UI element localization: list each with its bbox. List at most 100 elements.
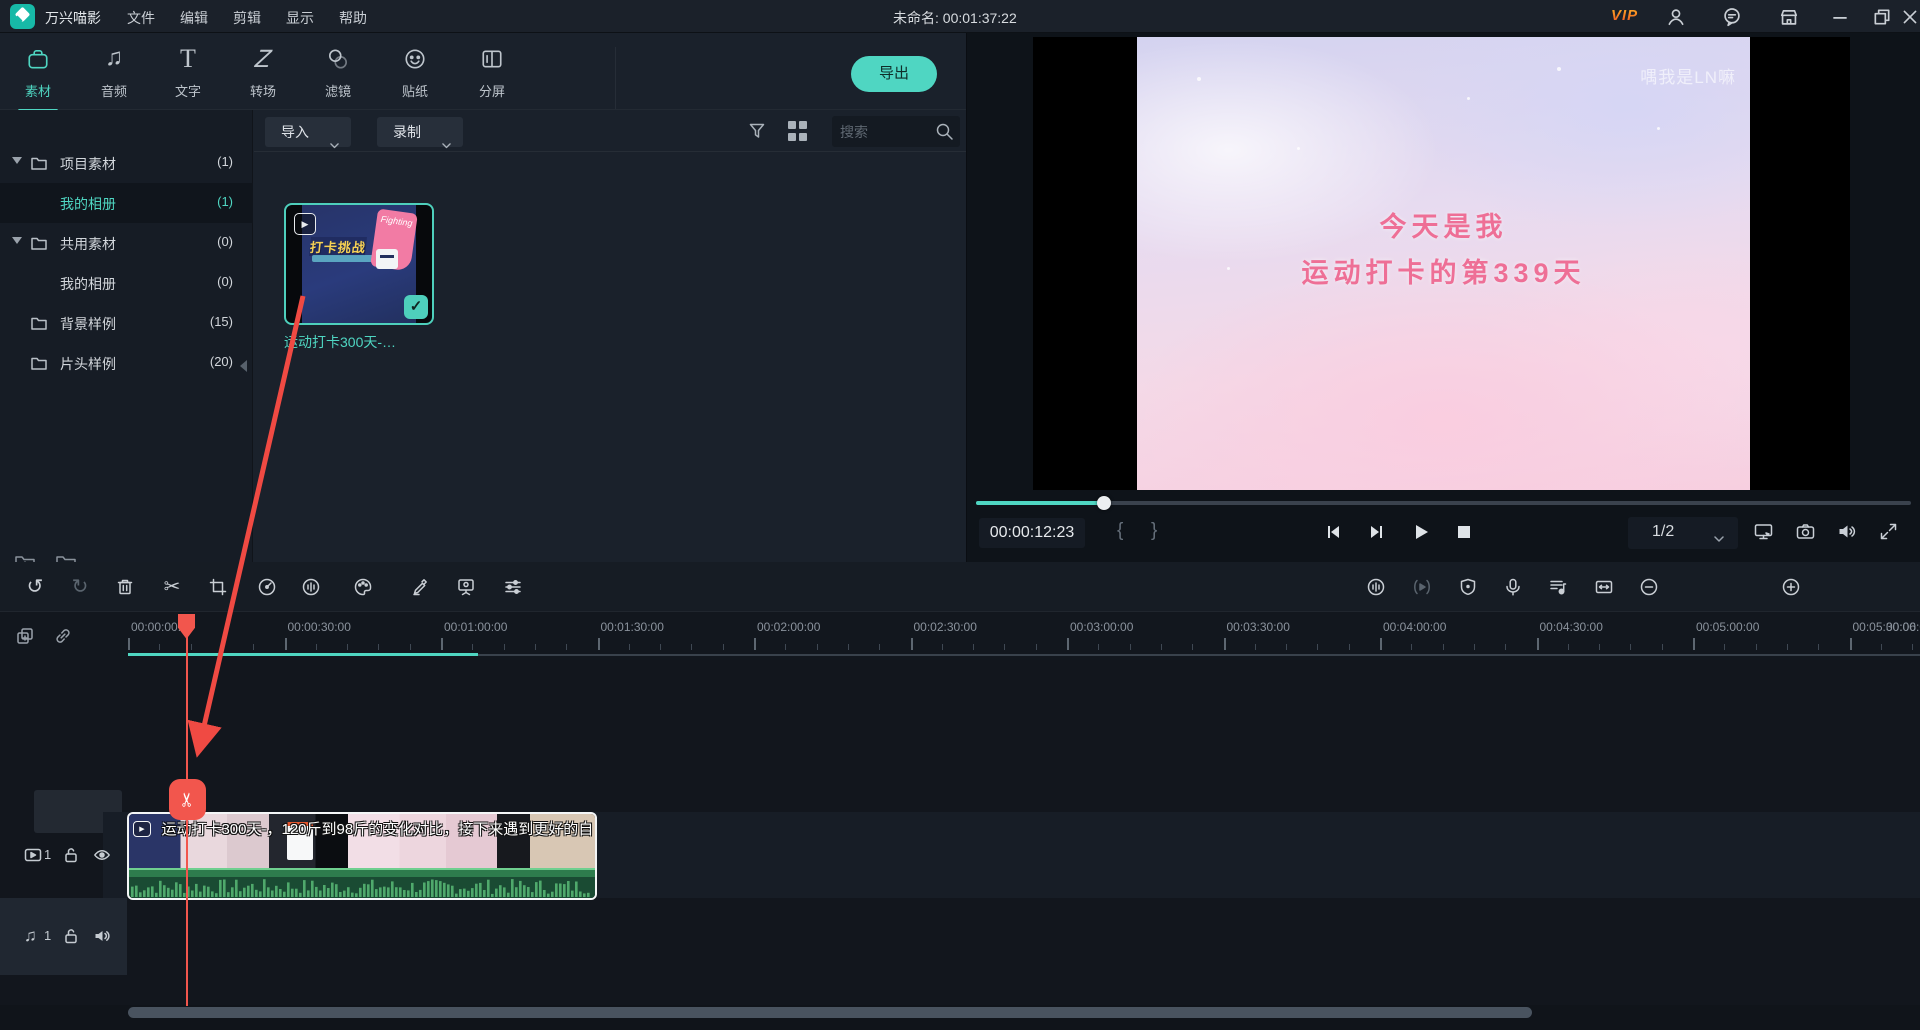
eye-icon[interactable] — [93, 846, 111, 864]
tab-media[interactable]: 素材 — [0, 39, 76, 109]
close-icon[interactable] — [1900, 7, 1920, 27]
clip-title-row: ▶ 运动打卡300天-，120斤到98斤的变化对比，接下来遇到更好的自… — [133, 818, 593, 838]
menu-file[interactable]: 文件 — [127, 8, 155, 28]
export-button[interactable]: 导出 — [851, 56, 937, 92]
next-frame-button[interactable] — [1367, 522, 1387, 542]
unlock-icon[interactable] — [62, 846, 80, 864]
sidebar-item-background-samples[interactable]: 背景样例 (15) — [0, 303, 253, 343]
media-item-thumbnail[interactable]: 打卡挑战 Fighting ▶ ✓ — [284, 203, 434, 325]
play-button[interactable] — [1411, 522, 1431, 542]
import-button[interactable]: 导入 — [265, 117, 351, 147]
timeline-clip[interactable]: ▶ 运动打卡300天-，120斤到98斤的变化对比，接下来遇到更好的自… — [127, 812, 597, 900]
filter-funnel-icon[interactable] — [747, 121, 767, 141]
tab-text[interactable]: T 文字 — [150, 39, 226, 109]
store-icon[interactable] — [1779, 7, 1799, 27]
eyedropper-button[interactable] — [410, 577, 432, 599]
marker-shield-button[interactable] — [1457, 577, 1479, 599]
restore-window-icon[interactable] — [1872, 7, 1892, 27]
record-button[interactable]: 录制 — [377, 117, 463, 147]
redo-button[interactable]: ↻ — [69, 577, 91, 599]
preview-page-selector[interactable]: 1/2 — [1628, 517, 1738, 549]
undo-button[interactable]: ↺ — [24, 577, 46, 599]
ruler-label: 00:00:30:00 — [288, 620, 351, 634]
menu-clip[interactable]: 剪辑 — [233, 8, 261, 28]
display-device-icon[interactable] — [1753, 521, 1774, 542]
check-badge-icon[interactable]: ✓ — [404, 295, 428, 319]
search-input[interactable] — [840, 116, 930, 147]
zoom-out-button[interactable] — [1638, 577, 1660, 599]
stop-button[interactable] — [1454, 522, 1474, 542]
unlock-icon[interactable] — [62, 927, 80, 945]
menu-view[interactable]: 显示 — [286, 8, 314, 28]
minimize-icon[interactable] — [1830, 7, 1850, 27]
tab-transition[interactable]: Z 转场 — [225, 39, 301, 109]
delete-button[interactable] — [114, 577, 136, 599]
sidebar-item-my-album[interactable]: 我的相册 (1) — [0, 183, 253, 223]
sidebar-item-intro-samples[interactable]: 片头样例 (20) — [0, 343, 253, 383]
timeline-ruler[interactable]: 00:00:00:00 00:00:30:00 00:01:00:00 00:0… — [0, 612, 1920, 660]
caret-down-icon[interactable] — [12, 237, 22, 244]
tabstrip-divider — [615, 47, 616, 109]
tab-filter[interactable]: 滤镜 — [300, 39, 376, 109]
media-sidebar: 项目素材 (1) 我的相册 (1) 共用素材 (0) 我的相册 (0) 背景样例… — [0, 110, 253, 562]
previous-frame-button[interactable] — [1323, 522, 1343, 542]
media-item-image: 打卡挑战 Fighting — [302, 205, 416, 323]
fit-timeline-button[interactable] — [1593, 577, 1615, 599]
grid-view-icon[interactable] — [788, 121, 808, 141]
sidebar-item-shared-media[interactable]: 共用素材 (0) — [0, 223, 253, 263]
timecode-display: 00:00:12:23 — [979, 518, 1085, 548]
render-preview-button[interactable] — [1411, 577, 1433, 599]
crop-button[interactable] — [207, 577, 229, 599]
tab-splitscreen[interactable]: 分屏 — [454, 39, 530, 109]
tab-sticker[interactable]: 贴纸 — [377, 39, 453, 109]
mark-in-button[interactable]: { — [1117, 520, 1123, 542]
seekbar-handle[interactable] — [1097, 496, 1111, 510]
menu-help[interactable]: 帮助 — [339, 8, 367, 28]
audio-tab-icon: ♫ — [76, 43, 152, 77]
marker-board-button[interactable] — [455, 577, 477, 599]
scissors-icon: ✂ — [167, 792, 208, 808]
video-track-icon — [24, 846, 42, 864]
media-item-name[interactable]: 运动打卡300天-… — [284, 332, 444, 352]
mute-speaker-icon[interactable] — [1836, 521, 1857, 542]
play-icon: ▶ — [133, 821, 151, 837]
folder-icon — [30, 354, 48, 372]
mark-out-button[interactable]: } — [1151, 520, 1157, 542]
sidebar-collapse-handle[interactable] — [240, 360, 247, 372]
ruler-label: 00:03:00:00 — [1070, 620, 1133, 634]
denoise-button[interactable] — [300, 577, 322, 599]
timeline-header: 00:00:00:00 00:00:30:00 00:01:00:00 00:0… — [0, 612, 1920, 660]
left-panel: 素材 ♫ 音频 T 文字 Z 转场 滤镜 — [0, 33, 966, 562]
account-icon[interactable] — [1666, 7, 1686, 27]
search-icon[interactable] — [935, 122, 954, 141]
tab-audio[interactable]: ♫ 音频 — [76, 39, 152, 109]
preview-seekbar[interactable] — [976, 501, 1911, 505]
preview-video[interactable]: 喁我是LN嘛 今天是我 运动打卡的第339天 — [1137, 37, 1750, 490]
color-palette-button[interactable] — [352, 577, 374, 599]
page-indicator: 1/2 — [1652, 523, 1674, 541]
split-scissors-button[interactable]: ✂ — [161, 577, 183, 599]
audio-track-number: 1 — [44, 928, 51, 943]
audio-mixer-button[interactable] — [1547, 577, 1569, 599]
feedback-icon[interactable] — [1722, 7, 1742, 27]
audio-denoise-button[interactable] — [1365, 577, 1387, 599]
clip-audio-band — [129, 868, 595, 877]
caret-down-icon[interactable] — [12, 157, 22, 164]
play-icon: ▶ — [294, 213, 316, 235]
zoom-in-button[interactable] — [1780, 577, 1802, 599]
snapshot-camera-icon[interactable] — [1795, 521, 1816, 542]
vip-badge[interactable]: VIP — [1611, 7, 1638, 24]
adjust-sliders-button[interactable] — [502, 577, 524, 599]
cut-scissors-badge[interactable]: ✂ — [169, 779, 206, 820]
sidebar-item-shared-my-album[interactable]: 我的相册 (0) — [0, 263, 253, 303]
filmora-app: 万兴喵影 文件 编辑 剪辑 显示 帮助 未命名: 00:01:37:22 VIP… — [0, 0, 1920, 1030]
menu-edit[interactable]: 编辑 — [180, 8, 208, 28]
speed-button[interactable] — [256, 577, 278, 599]
record-voiceover-button[interactable] — [1502, 577, 1524, 599]
horizontal-scrollbar[interactable] — [128, 1007, 1532, 1018]
media-toolbar: 导入 录制 — [254, 110, 966, 152]
sidebar-item-project-media[interactable]: 项目素材 (1) — [0, 143, 253, 183]
chevron-down-icon — [330, 129, 339, 135]
fullscreen-icon[interactable] — [1878, 521, 1899, 542]
speaker-icon[interactable] — [93, 927, 111, 945]
